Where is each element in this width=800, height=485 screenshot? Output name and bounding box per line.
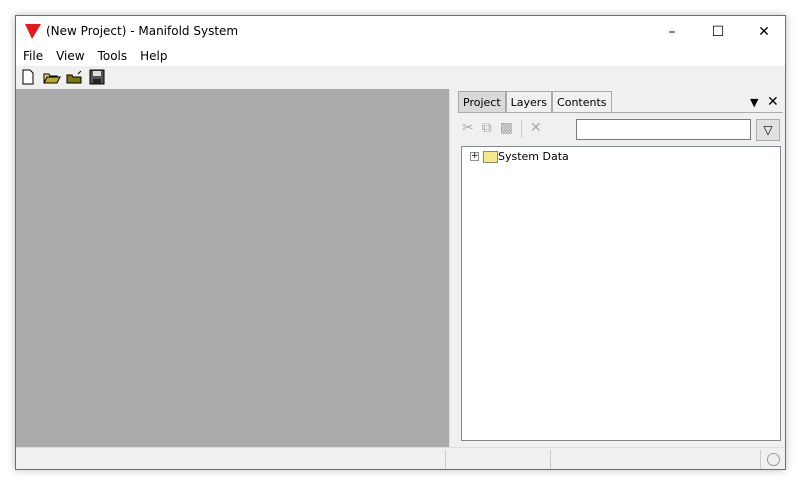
tree-item-system-data[interactable]: + System Data: [470, 150, 569, 163]
menu-file[interactable]: File: [16, 47, 49, 66]
filter-icon: ▽: [763, 123, 773, 137]
maximize-button[interactable]: ☐: [695, 16, 741, 47]
open-icon[interactable]: [43, 69, 61, 87]
new-icon[interactable]: [20, 69, 38, 87]
panel-menu-dropdown-icon[interactable]: ▼: [750, 96, 758, 109]
manifold-logo-icon: [25, 24, 41, 39]
paste-icon[interactable]: ▩: [500, 120, 513, 138]
status-bar: [16, 447, 785, 470]
cut-icon[interactable]: ✂: [462, 120, 474, 138]
window-title: (New Project) - Manifold System: [46, 24, 239, 38]
tab-divider: [458, 112, 783, 113]
toolbar-separator: [520, 120, 522, 138]
tab-layers[interactable]: Layers: [505, 91, 553, 112]
panel-close-icon[interactable]: ✕: [767, 94, 779, 110]
tab-project[interactable]: Project: [458, 91, 506, 112]
copy-icon[interactable]: ⧉: [482, 120, 492, 138]
project-tree[interactable]: + System Data: [461, 146, 781, 441]
map-canvas[interactable]: [16, 89, 449, 447]
menu-bar: File View Tools Help: [16, 47, 785, 66]
minimize-button[interactable]: –: [649, 16, 695, 47]
close-button[interactable]: ✕: [741, 16, 787, 47]
tree-item-label: System Data: [498, 150, 569, 163]
expand-icon[interactable]: +: [470, 152, 479, 161]
title-bar: (New Project) - Manifold System – ☐ ✕: [16, 16, 785, 47]
search-input[interactable]: [576, 119, 751, 140]
toolbar: [16, 66, 785, 89]
app-window: (New Project) - Manifold System – ☐ ✕ Fi…: [15, 15, 786, 470]
project-panel: Project Layers Contents ▼ ✕ ✂ ⧉ ▩ ✕ ▽ + …: [449, 89, 785, 447]
delete-icon[interactable]: ✕: [530, 120, 542, 138]
open-folder-icon[interactable]: [66, 69, 84, 87]
filter-button[interactable]: ▽: [756, 119, 780, 141]
status-indicator-icon: [767, 453, 780, 466]
folder-icon: [483, 150, 498, 163]
save-icon[interactable]: [89, 69, 107, 87]
tab-contents[interactable]: Contents: [552, 91, 612, 112]
menu-tools[interactable]: Tools: [91, 47, 134, 66]
menu-view[interactable]: View: [49, 47, 90, 66]
menu-help[interactable]: Help: [133, 47, 173, 66]
